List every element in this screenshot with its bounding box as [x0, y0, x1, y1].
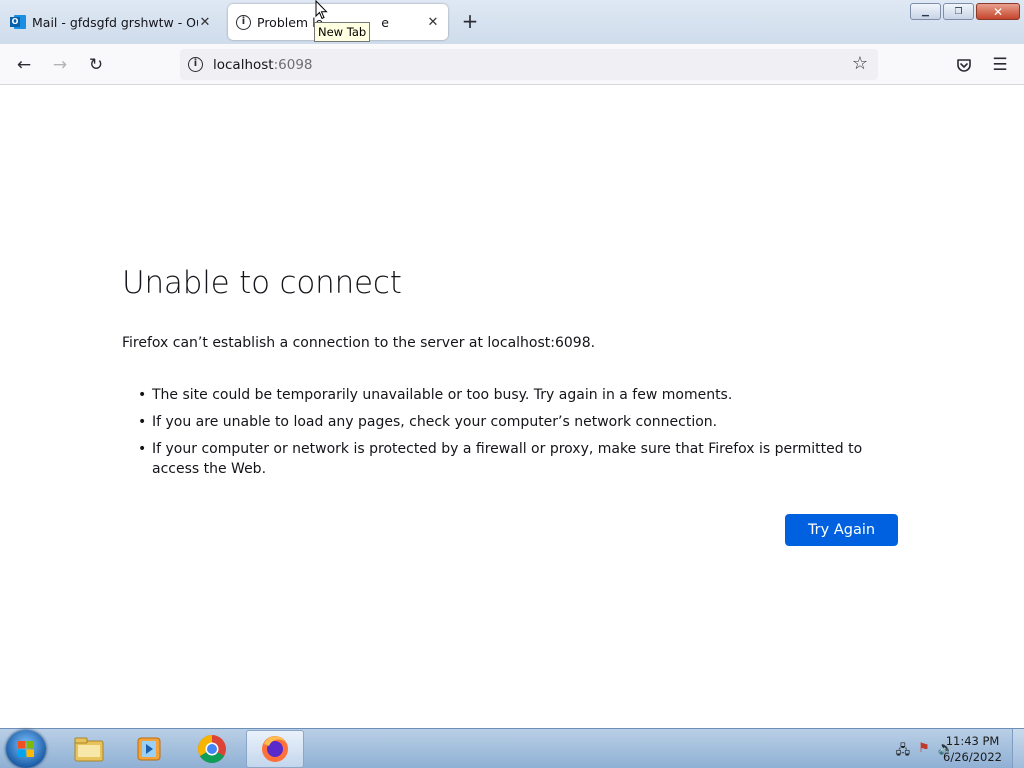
windows-logo-icon [18, 741, 34, 757]
error-page: Unable to connect Firefox can’t establis… [0, 85, 1024, 728]
clock-time: 11:43 PM [945, 734, 1000, 748]
windows-explorer-icon[interactable] [60, 730, 118, 768]
list-item: The site could be temporarily unavailabl… [138, 385, 902, 405]
minimize-button[interactable]: ▁ [910, 3, 941, 20]
info-icon: i [236, 14, 251, 30]
navigation-toolbar: ← → ↻ i localhost:6098 ☆ ☰ [0, 44, 1024, 85]
new-tab-tooltip: New Tab [314, 22, 371, 42]
pocket-icon[interactable] [951, 52, 977, 78]
error-description: Firefox can’t establish a connection to … [122, 335, 596, 351]
error-suggestions: The site could be temporarily unavailabl… [138, 385, 902, 486]
close-tab-icon[interactable]: ✕ [424, 13, 442, 31]
network-icon[interactable]: 🖧 [896, 741, 911, 763]
address-bar[interactable]: i localhost:6098 ☆ [180, 49, 878, 80]
start-button[interactable] [6, 730, 46, 768]
taskbar: 🖧 ⚑ 🔊 11:43 PM 6/26/2022 [0, 728, 1024, 768]
action-center-icon[interactable]: ⚑ [918, 741, 930, 763]
error-title: Unable to connect [122, 265, 402, 301]
list-item: If your computer or network is protected… [138, 439, 902, 479]
mouse-cursor-icon [315, 0, 328, 20]
tab-outlook-mail[interactable]: O Mail - gfdsgfd grshwtw - Outlo ✕ [0, 4, 220, 40]
url-text[interactable]: localhost:6098 [213, 57, 313, 73]
back-button[interactable]: ← [11, 52, 37, 78]
bookmark-star-icon[interactable]: ☆ [848, 52, 872, 76]
forward-button[interactable]: → [47, 52, 73, 78]
menu-icon[interactable]: ☰ [987, 52, 1013, 78]
clock-date: 6/26/2022 [943, 750, 1002, 764]
window-controls: ▁ ❐ ✕ [910, 3, 1020, 20]
restore-button[interactable]: ❐ [943, 3, 974, 20]
site-info-icon[interactable]: i [188, 57, 203, 72]
try-again-button[interactable]: Try Again [785, 514, 898, 546]
chrome-icon[interactable] [183, 730, 241, 768]
show-desktop-button[interactable] [1012, 729, 1024, 768]
close-window-button[interactable]: ✕ [976, 3, 1020, 20]
close-tab-icon[interactable]: ✕ [196, 13, 214, 31]
tab-strip: O Mail - gfdsgfd grshwtw - Outlo ✕ i Pro… [0, 0, 1024, 44]
list-item: If you are unable to load any pages, che… [138, 412, 902, 432]
firefox-icon[interactable] [246, 730, 304, 768]
reload-button[interactable]: ↻ [83, 52, 109, 78]
outlook-icon: O [10, 14, 26, 30]
new-tab-button[interactable]: + [458, 9, 482, 33]
taskbar-clock[interactable]: 11:43 PM 6/26/2022 [943, 733, 1002, 765]
tab-label: Mail - gfdsgfd grshwtw - Outlo [32, 14, 198, 30]
media-player-icon[interactable] [120, 730, 178, 768]
